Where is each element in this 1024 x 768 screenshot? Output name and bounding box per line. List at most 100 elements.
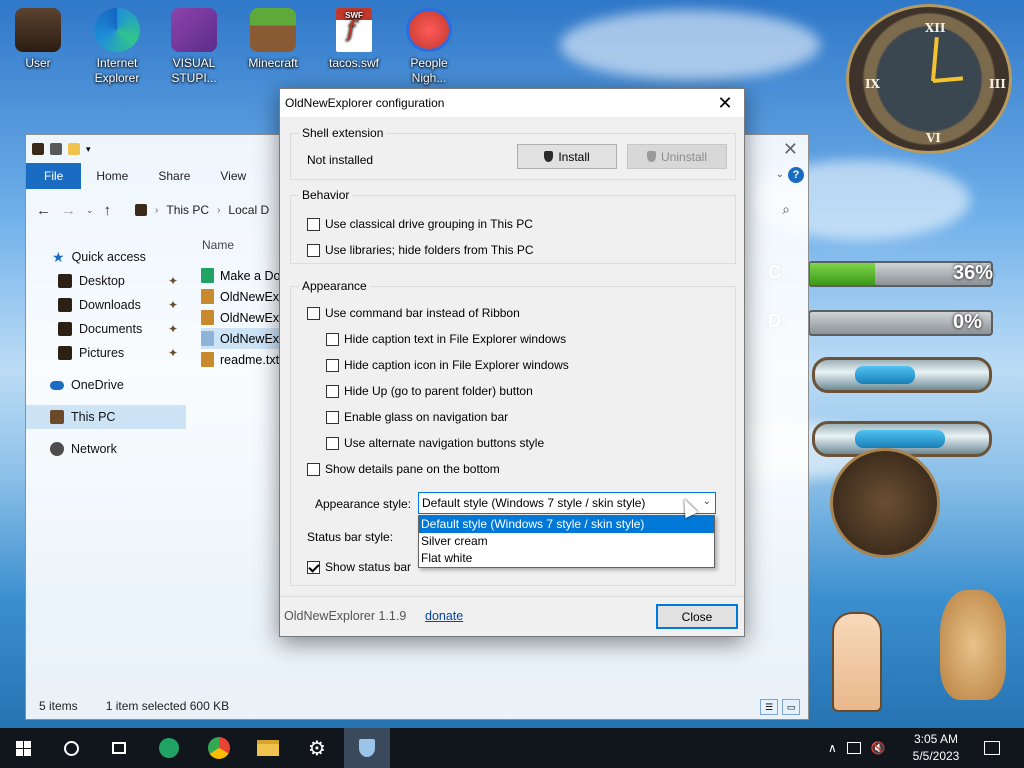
speaker-muted-icon[interactable]: 🔇 xyxy=(871,741,886,755)
dialog-title-bar[interactable]: OldNewExplorer configuration xyxy=(280,89,744,117)
list-item[interactable]: OldNewEx xyxy=(201,307,281,328)
hamster-gadget xyxy=(940,590,1006,700)
taskbar-sheets-app[interactable] xyxy=(146,728,192,768)
nav-onedrive[interactable]: OneDrive xyxy=(26,373,186,397)
taskbar-clock[interactable]: 3:05 AM 5/5/2023 xyxy=(898,731,974,765)
donate-link[interactable]: donate xyxy=(425,609,463,623)
list-item[interactable]: OldNewEx xyxy=(201,286,281,307)
close-button[interactable]: Close xyxy=(656,604,738,629)
chrome-icon xyxy=(208,737,230,759)
start-button[interactable] xyxy=(0,728,46,768)
option-classical-drive-grouping[interactable]: Use classical drive grouping in This PC xyxy=(307,217,533,231)
appearance-style-select[interactable]: Default style (Windows 7 style / skin st… xyxy=(418,492,716,514)
dropdown-option-default[interactable]: Default style (Windows 7 style / skin st… xyxy=(419,516,714,533)
address-bar[interactable]: › This PC › Local D xyxy=(129,198,269,222)
option-alternate-nav-buttons[interactable]: Use alternate navigation buttons style xyxy=(326,436,544,450)
notification-center-button[interactable] xyxy=(984,728,1000,768)
desktop-icon-visual-studio[interactable]: VISUAL STUPI... xyxy=(157,8,231,86)
pin-icon[interactable]: ✦ xyxy=(168,346,178,360)
task-view-icon xyxy=(112,742,126,754)
search-icon[interactable]: ⌕ xyxy=(782,201,790,218)
checkbox[interactable] xyxy=(326,332,339,346)
option-command-bar[interactable]: Use command bar instead of Ribbon xyxy=(307,306,520,320)
appearance-style-dropdown: Default style (Windows 7 style / skin st… xyxy=(418,515,715,568)
nav-documents[interactable]: Documents ✦ xyxy=(26,317,186,341)
taskbar-file-explorer[interactable] xyxy=(245,728,291,768)
list-item[interactable]: Make a Do xyxy=(201,265,281,286)
desktop-folder-icon xyxy=(58,274,72,288)
option-enable-glass[interactable]: Enable glass on navigation bar xyxy=(326,410,508,424)
desktop-icon-people[interactable]: People Nigh... xyxy=(392,8,466,86)
up-arrow-icon[interactable]: ↑ xyxy=(104,202,112,219)
pin-icon[interactable]: ✦ xyxy=(168,322,178,336)
dropdown-option-silver-cream[interactable]: Silver cream xyxy=(419,533,714,550)
option-hide-caption-icon[interactable]: Hide caption icon in File Explorer windo… xyxy=(326,358,569,372)
tab-share[interactable]: Share xyxy=(143,163,205,189)
checkbox[interactable] xyxy=(307,217,320,231)
checkbox[interactable] xyxy=(326,384,339,398)
checkbox[interactable] xyxy=(307,306,320,320)
checkbox[interactable] xyxy=(307,243,320,257)
recent-locations-icon[interactable]: ⌄ xyxy=(86,205,94,216)
column-header-name[interactable]: Name xyxy=(202,238,234,252)
quick-access-dropdown-icon[interactable]: ▾ xyxy=(86,144,91,155)
pin-icon[interactable]: ✦ xyxy=(168,274,178,288)
breadcrumb-local-disk[interactable]: Local D xyxy=(228,203,269,217)
desktop-icon-tacos-swf[interactable]: SWF f tacos.swf xyxy=(317,8,391,71)
checkbox[interactable] xyxy=(326,410,339,424)
option-show-status-bar[interactable]: Show status bar xyxy=(307,560,411,574)
breadcrumb-this-pc[interactable]: This PC xyxy=(166,203,209,217)
tab-file[interactable]: File xyxy=(26,163,82,189)
nav-quick-access[interactable]: ★ Quick access xyxy=(26,245,186,269)
option-hide-caption-text[interactable]: Hide caption text in File Explorer windo… xyxy=(326,332,566,346)
taskbar-oldnewexplorer[interactable] xyxy=(344,728,390,768)
checkbox[interactable] xyxy=(326,436,339,450)
clock-numeral: IX xyxy=(865,77,880,91)
nav-this-pc[interactable]: This PC xyxy=(26,405,186,429)
option-details-pane-bottom[interactable]: Show details pane on the bottom xyxy=(307,462,500,476)
user-folder-icon xyxy=(15,8,61,52)
pin-icon[interactable]: ✦ xyxy=(168,298,178,312)
drive-c-fill xyxy=(810,263,876,285)
tab-home[interactable]: Home xyxy=(81,163,143,189)
forward-arrow-icon[interactable]: → xyxy=(61,202,76,219)
tab-view[interactable]: View xyxy=(205,163,261,189)
option-use-libraries[interactable]: Use libraries; hide folders from This PC xyxy=(307,243,534,257)
desktop-icon-user[interactable]: User xyxy=(1,8,75,71)
group-label-shell: Shell extension xyxy=(299,126,387,140)
chevron-up-icon[interactable]: ∧ xyxy=(828,741,837,755)
large-icons-view-icon[interactable]: ▭ xyxy=(782,699,800,715)
checkbox[interactable] xyxy=(326,358,339,372)
back-arrow-icon[interactable]: ← xyxy=(36,202,51,219)
nav-desktop[interactable]: Desktop ✦ xyxy=(26,269,186,293)
taskbar-settings[interactable]: ⚙ xyxy=(294,728,340,768)
taskbar-chrome[interactable] xyxy=(196,728,242,768)
item-count: 5 items xyxy=(39,699,78,713)
list-item[interactable]: readme.txt xyxy=(201,349,281,370)
ribbon-expand-icon[interactable]: ⌄ xyxy=(776,169,784,180)
desktop-icon-minecraft[interactable]: Minecraft xyxy=(236,8,310,71)
desktop-icon-internet-explorer[interactable]: Internet Explorer xyxy=(80,8,154,86)
selection-info: 1 item selected 600 KB xyxy=(105,699,230,713)
star-icon: ★ xyxy=(52,248,65,265)
nav-pictures[interactable]: Pictures ✦ xyxy=(26,341,186,365)
nav-network[interactable]: Network xyxy=(26,437,186,461)
network-tray-icon[interactable] xyxy=(846,742,861,754)
search-button[interactable] xyxy=(48,728,94,768)
new-folder-icon[interactable] xyxy=(68,143,80,155)
checkbox[interactable] xyxy=(307,462,320,476)
uninstall-button[interactable]: Uninstall xyxy=(627,144,727,169)
list-item[interactable]: OldNewEx xyxy=(201,328,281,349)
dropdown-option-flat-white[interactable]: Flat white xyxy=(419,550,714,567)
nav-downloads[interactable]: Downloads ✦ xyxy=(26,293,186,317)
checkbox[interactable] xyxy=(307,560,320,574)
dialog-close-icon[interactable]: ✕ xyxy=(712,92,738,114)
details-view-icon[interactable]: ☰ xyxy=(760,699,778,715)
task-view-button[interactable] xyxy=(96,728,142,768)
properties-icon[interactable] xyxy=(50,143,62,155)
help-icon[interactable]: ? xyxy=(788,167,804,183)
explorer-close-icon[interactable]: ✕ xyxy=(783,139,798,160)
option-hide-up-button[interactable]: Hide Up (go to parent folder) button xyxy=(326,384,533,398)
install-status: Not installed xyxy=(307,153,374,167)
install-button[interactable]: Install xyxy=(517,144,617,169)
